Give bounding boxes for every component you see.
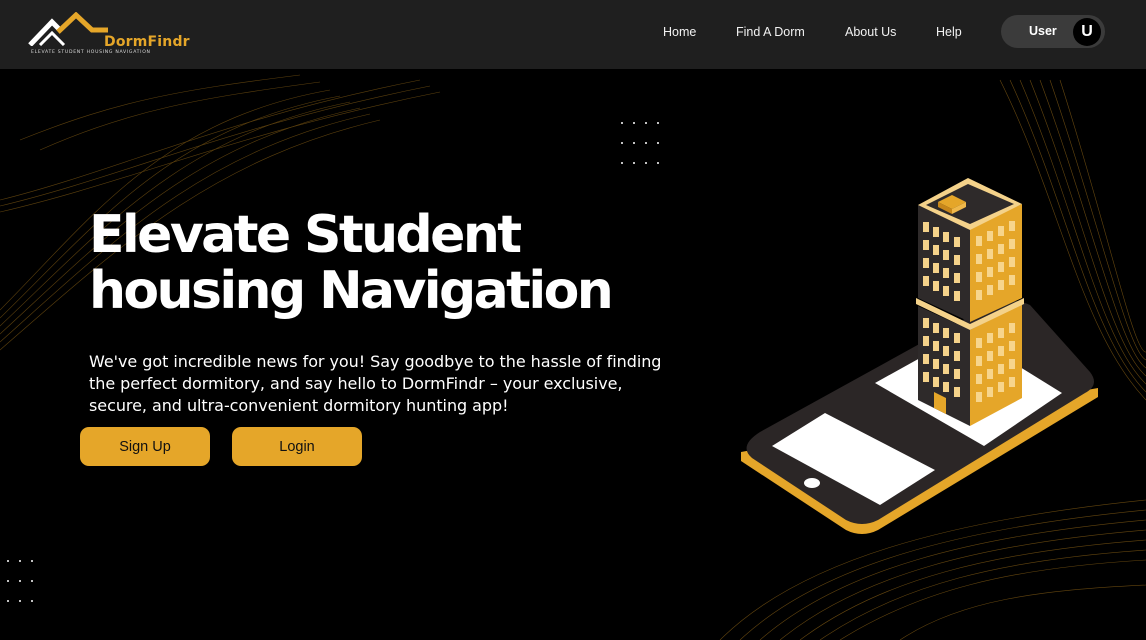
decor-dot-grid-top bbox=[621, 122, 663, 168]
user-label: User bbox=[1029, 24, 1057, 38]
top-navbar: DormFindr ELEVATE STUDENT HOUSING NAVIGA… bbox=[0, 0, 1146, 69]
brand-logo[interactable]: DormFindr ELEVATE STUDENT HOUSING NAVIGA… bbox=[28, 12, 190, 60]
phone-building-illustration bbox=[741, 178, 1098, 534]
hero-title-line-2: housing Navigation bbox=[89, 261, 614, 321]
brand-tagline: ELEVATE STUDENT HOUSING NAVIGATION bbox=[31, 50, 151, 55]
login-button[interactable]: Login bbox=[232, 427, 362, 466]
hero-description: We've got incredible news for you! Say g… bbox=[89, 352, 662, 415]
user-menu-button[interactable]: User U bbox=[1001, 15, 1105, 48]
signup-button[interactable]: Sign Up bbox=[80, 427, 210, 466]
nav-link-find-a-dorm[interactable]: Find A Dorm bbox=[736, 25, 805, 39]
nav-link-about-us[interactable]: About Us bbox=[845, 25, 896, 39]
brand-name: DormFindr bbox=[104, 34, 190, 50]
hero-title: Elevate Student housing Navigation bbox=[89, 207, 729, 319]
user-avatar-icon: U bbox=[1073, 18, 1101, 46]
nav-link-home[interactable]: Home bbox=[663, 25, 696, 39]
hero-title-line-1: Elevate Student bbox=[89, 205, 522, 265]
nav-link-help[interactable]: Help bbox=[936, 25, 962, 39]
house-roof-logo-icon bbox=[28, 12, 108, 46]
decor-dot-grid-bottom bbox=[7, 560, 37, 606]
